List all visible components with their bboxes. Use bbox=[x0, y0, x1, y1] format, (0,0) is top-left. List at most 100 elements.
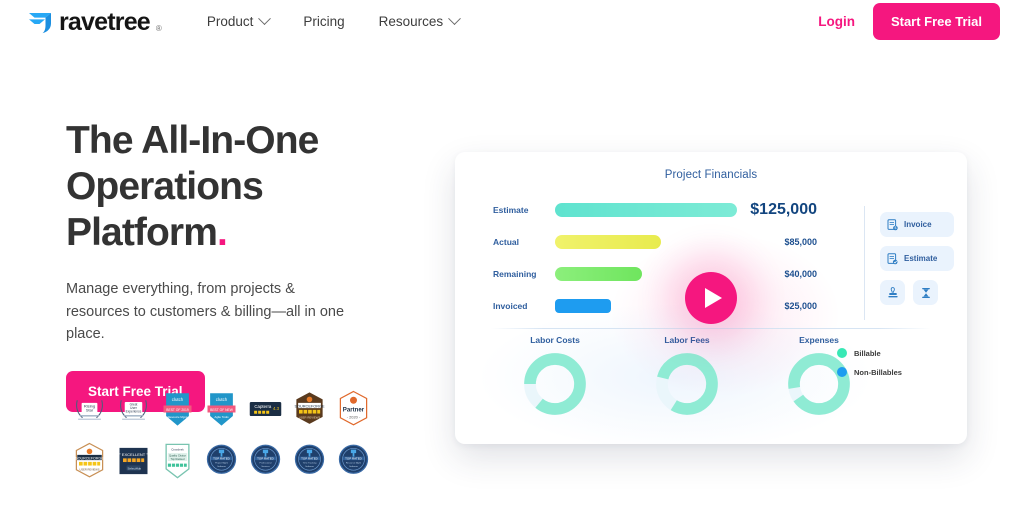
nav-item-product[interactable]: Product bbox=[206, 11, 272, 29]
nav-item-pricing[interactable]: Pricing bbox=[303, 14, 344, 29]
stamp-action-button[interactable] bbox=[880, 280, 905, 305]
svg-text:$: $ bbox=[894, 226, 896, 230]
bar-fill-estimate bbox=[555, 203, 737, 217]
legend-dot-non-billables bbox=[837, 367, 847, 377]
svg-text:Time Tracking: Time Tracking bbox=[303, 463, 317, 465]
ravetree-logo-icon bbox=[29, 12, 51, 33]
hero-title-period: . bbox=[217, 211, 228, 255]
bar-label-invoiced: Invoiced bbox=[493, 301, 528, 311]
hero-content: The All-In-One Operations Platform. Mana… bbox=[66, 118, 426, 413]
award-badge-row-1: Rising Star Great User Experience clutch… bbox=[72, 388, 372, 430]
svg-text:USER REVIEWS: USER REVIEWS bbox=[299, 416, 321, 420]
bar-row-invoiced: Invoiced $25,000 bbox=[493, 290, 823, 322]
clutch-best-of-new-agile-tools-badge: clutch BEST OF NEW Agile Tools bbox=[207, 393, 236, 426]
top-rated-badge-2: TOP RATED Professional Services bbox=[250, 444, 281, 474]
donut-label-labor-fees: Labor Fees bbox=[664, 335, 710, 345]
dashboard-title: Project Financials bbox=[664, 169, 758, 181]
sourceforge-user-reviews-badge: SOURCEFORGE USER REVIEWS bbox=[75, 442, 104, 478]
svg-text:- 2020 -: - 2020 - bbox=[347, 415, 361, 420]
svg-text:Resource Mgmt: Resource Mgmt bbox=[346, 462, 362, 465]
svg-text:USER REVIEWS: USER REVIEWS bbox=[79, 468, 99, 472]
svg-text:Quality Choice: Quality Choice bbox=[169, 454, 187, 458]
svg-text:TOP RATED: TOP RATED bbox=[301, 456, 318, 460]
page-title: The All-In-One Operations Platform. bbox=[66, 118, 426, 256]
partner-2020-badge: Partner - 2020 - bbox=[339, 390, 368, 426]
svg-text:BEST OF NEW: BEST OF NEW bbox=[210, 408, 234, 412]
invoice-action-button[interactable]: $ Invoice bbox=[880, 212, 954, 237]
hero-subtitle: Manage everything, from projects & resou… bbox=[66, 281, 345, 342]
header-actions: Login Start Free Trial bbox=[818, 2, 1000, 40]
hourglass-action-button[interactable] bbox=[913, 280, 938, 305]
svg-text:clutch: clutch bbox=[172, 397, 184, 402]
svg-text:TOP RATED: TOP RATED bbox=[345, 456, 362, 460]
chevron-down-icon bbox=[448, 11, 462, 25]
svg-text:TOP RATED: TOP RATED bbox=[257, 456, 274, 460]
nav-label-product: Product bbox=[206, 13, 254, 29]
horizontal-divider bbox=[491, 328, 931, 329]
header-start-free-trial-button[interactable]: Start Free Trial bbox=[872, 2, 1000, 40]
hourglass-icon bbox=[921, 287, 930, 298]
bar-value-remaining: $40,000 bbox=[784, 269, 817, 279]
estimate-action-button[interactable]: Estimate bbox=[880, 246, 954, 271]
site-header: ravetree ® Product Pricing Resources Log… bbox=[0, 0, 1024, 42]
svg-text:Agile Tools: Agile Tools bbox=[214, 415, 229, 419]
top-rated-badge-4: TOP RATED Resource Mgmt Software bbox=[338, 444, 369, 474]
legend-dot-billable bbox=[837, 348, 847, 358]
donut-label-expenses: Expenses bbox=[799, 335, 839, 345]
play-video-button[interactable] bbox=[685, 272, 737, 324]
vertical-divider bbox=[864, 206, 865, 320]
estimate-action-label: Estimate bbox=[904, 254, 938, 263]
svg-text:Capterra: Capterra bbox=[254, 404, 272, 409]
nav-label-resources: Resources bbox=[378, 13, 444, 29]
bar-fill-invoiced bbox=[555, 299, 612, 313]
svg-text:Crozdesk: Crozdesk bbox=[171, 448, 184, 452]
legend-label-billable: Billable bbox=[854, 348, 881, 358]
rising-star-award-badge: Rising Star bbox=[76, 400, 103, 420]
donut-label-labor-costs: Labor Costs bbox=[530, 335, 580, 345]
svg-text:Project Mgmt: Project Mgmt bbox=[215, 462, 228, 465]
nav-item-resources[interactable]: Resources bbox=[378, 11, 462, 29]
svg-text:Star: Star bbox=[86, 408, 94, 413]
svg-text:BEST OF 2019: BEST OF 2019 bbox=[166, 408, 189, 412]
bar-value-invoiced: $25,000 bbox=[784, 301, 817, 311]
legend-item-billable: Billable bbox=[837, 348, 902, 358]
nav-label-pricing: Pricing bbox=[303, 13, 345, 29]
bar-value-actual: $85,000 bbox=[784, 237, 817, 247]
brand-trademark: ® bbox=[155, 23, 162, 33]
dashboard-icon-actions bbox=[880, 280, 954, 305]
bar-label-estimate: Estimate bbox=[493, 205, 529, 215]
login-link[interactable]: Login bbox=[818, 14, 855, 29]
dashboard-side-actions: $ Invoice Estimate bbox=[880, 212, 954, 305]
svg-text:Professional: Professional bbox=[260, 463, 272, 465]
award-badge-row-2: SOURCEFORGE USER REVIEWS " EXCELLENT " S… bbox=[72, 440, 372, 482]
donut-chart-labor-fees: Labor Fees bbox=[639, 335, 735, 419]
main-navigation: Product Pricing Resources bbox=[206, 11, 462, 29]
chevron-down-icon bbox=[258, 11, 272, 25]
bar-track-actual bbox=[555, 235, 737, 249]
invoice-document-icon: $ bbox=[887, 218, 898, 230]
svg-text:Resource Mgmt: Resource Mgmt bbox=[168, 415, 188, 419]
bar-track-estimate bbox=[555, 203, 737, 217]
hero-title-line-1: The All-In-One bbox=[66, 119, 319, 162]
top-rated-badge-1: TOP RATED Project Mgmt Software bbox=[206, 444, 237, 474]
svg-text:TOP RATED: TOP RATED bbox=[213, 456, 230, 460]
hero-title-line-2: Operations bbox=[66, 165, 264, 209]
svg-text:Top Ranked: Top Ranked bbox=[171, 457, 185, 461]
svg-text:Experience: Experience bbox=[126, 410, 142, 414]
donut-chart-labor-costs: Labor Costs bbox=[507, 335, 603, 419]
capterra-rating-badge: Capterra 4.3 bbox=[249, 402, 282, 416]
top-rated-badge-3: TOP RATED Time Tracking Software bbox=[294, 444, 325, 474]
brand-name: ravetree bbox=[59, 7, 151, 36]
svg-text:SOURCEFORGE: SOURCEFORGE bbox=[294, 404, 325, 408]
svg-text:4.3: 4.3 bbox=[273, 406, 280, 411]
svg-text:Services: Services bbox=[261, 466, 269, 468]
bar-label-actual: Actual bbox=[493, 237, 519, 247]
crozdesk-quality-choice-badge: Crozdesk Quality Choice Top Ranked bbox=[165, 443, 190, 479]
svg-text:clutch: clutch bbox=[216, 397, 228, 402]
excellent-rating-badge: " EXCELLENT " SelectHub bbox=[119, 447, 148, 475]
bar-row-remaining: Remaining $40,000 bbox=[493, 258, 823, 290]
brand-logo[interactable]: ravetree ® bbox=[28, 7, 162, 36]
stamp-icon bbox=[887, 286, 898, 297]
play-icon bbox=[705, 288, 722, 308]
legend-item-non-billables: Non-Billables bbox=[837, 367, 902, 377]
